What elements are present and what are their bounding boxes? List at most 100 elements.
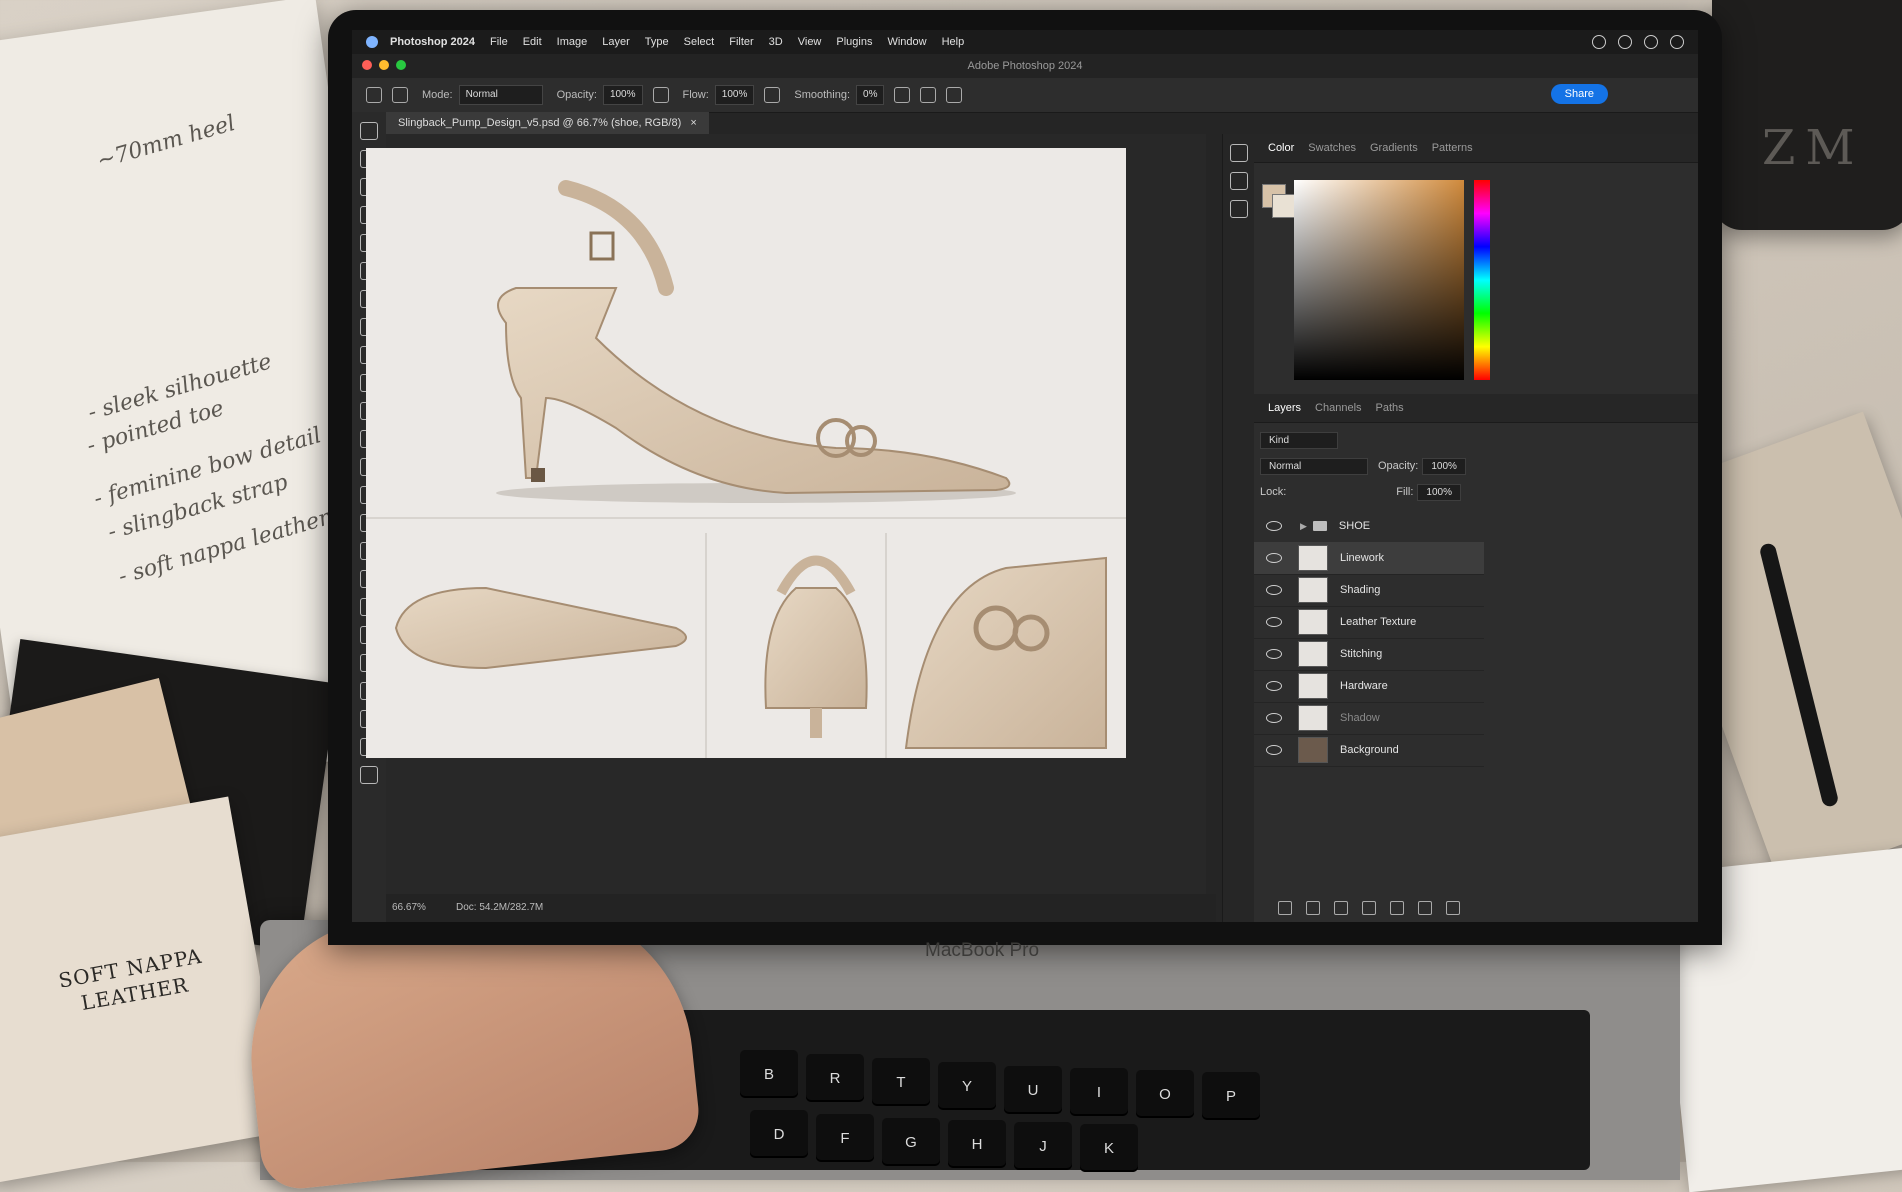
key[interactable]: G bbox=[882, 1118, 940, 1166]
share-button[interactable]: Share bbox=[1550, 84, 1608, 104]
pressure-opacity-icon[interactable] bbox=[652, 87, 669, 103]
mode-select[interactable]: Normal bbox=[458, 85, 543, 105]
buckle bbox=[589, 231, 615, 261]
menu-help[interactable]: Help bbox=[942, 36, 965, 48]
blend-mode-select[interactable]: Normal bbox=[1260, 457, 1368, 475]
menu-layer[interactable]: Layer bbox=[602, 36, 630, 48]
layer-thumbnail bbox=[1298, 609, 1328, 635]
visibility-eye-icon[interactable] bbox=[1266, 585, 1282, 595]
key[interactable]: D bbox=[750, 1110, 808, 1158]
layer-row[interactable]: Linework bbox=[1254, 542, 1484, 575]
tab-gradients[interactable]: Gradients bbox=[1370, 142, 1418, 154]
layer-row[interactable]: Background bbox=[1254, 734, 1484, 767]
menu-filter[interactable]: Filter bbox=[729, 36, 753, 48]
opacity-field[interactable]: 100% bbox=[602, 85, 643, 105]
key[interactable]: K bbox=[1080, 1124, 1138, 1172]
document-tab-title: Slingback_Pump_Design_v5.psd @ 66.7% (sh… bbox=[398, 117, 682, 129]
menu-plugins[interactable]: Plugins bbox=[836, 36, 872, 48]
expand-arrow-icon[interactable]: ▶ bbox=[1300, 521, 1307, 532]
tab-patterns[interactable]: Patterns bbox=[1432, 142, 1473, 154]
visibility-eye-icon[interactable] bbox=[1266, 681, 1282, 691]
key[interactable]: B bbox=[740, 1050, 798, 1098]
layer-name: Linework bbox=[1340, 552, 1385, 564]
pressure-size-icon[interactable] bbox=[946, 87, 963, 103]
visibility-eye-icon[interactable] bbox=[1266, 649, 1282, 659]
app-icon[interactable] bbox=[366, 36, 378, 48]
visibility-eye-icon[interactable] bbox=[1266, 553, 1282, 563]
adjustments-panel-icon[interactable] bbox=[1230, 172, 1248, 190]
siri-icon[interactable] bbox=[1670, 35, 1684, 49]
control-center-icon[interactable] bbox=[1644, 35, 1658, 49]
key[interactable]: U bbox=[1004, 1066, 1062, 1114]
fx-icon[interactable] bbox=[1306, 901, 1320, 915]
key[interactable]: R bbox=[806, 1054, 864, 1102]
symmetry-icon[interactable] bbox=[920, 87, 937, 103]
key[interactable]: P bbox=[1202, 1072, 1260, 1120]
shoe-side-view bbox=[497, 287, 1011, 495]
menu-select[interactable]: Select bbox=[684, 36, 715, 48]
layer-row[interactable]: Leather Texture bbox=[1254, 606, 1484, 639]
link-layers-icon[interactable] bbox=[1278, 901, 1292, 915]
layer-row[interactable]: Shading bbox=[1254, 574, 1484, 607]
trash-icon[interactable] bbox=[1446, 901, 1460, 915]
flow-field[interactable]: 100% bbox=[714, 85, 755, 105]
menu-type[interactable]: Type bbox=[645, 36, 669, 48]
mug: ZM bbox=[1712, 0, 1902, 230]
status-icon[interactable] bbox=[1592, 35, 1606, 49]
screen-mode-icon[interactable] bbox=[360, 766, 378, 784]
tab-paths[interactable]: Paths bbox=[1376, 402, 1404, 414]
visibility-eye-icon[interactable] bbox=[1266, 745, 1282, 755]
fill-field[interactable]: 100% bbox=[1417, 483, 1461, 501]
layer-filter-select[interactable]: Kind bbox=[1260, 431, 1338, 449]
canvas-area[interactable] bbox=[366, 134, 1206, 894]
layer-row[interactable]: Stitching bbox=[1254, 638, 1484, 671]
layer-row[interactable]: Hardware bbox=[1254, 670, 1484, 703]
smoothing-field[interactable]: 0% bbox=[856, 85, 885, 105]
tab-layers[interactable]: Layers bbox=[1268, 402, 1301, 414]
background-color-swatch[interactable] bbox=[1272, 194, 1296, 218]
hue-slider[interactable] bbox=[1474, 180, 1490, 380]
tab-swatches[interactable]: Swatches bbox=[1308, 142, 1356, 154]
layer-group-shoe[interactable]: ▶ SHOE bbox=[1254, 510, 1484, 543]
menu-3d[interactable]: 3D bbox=[769, 36, 783, 48]
tab-color[interactable]: Color bbox=[1268, 142, 1294, 154]
key[interactable]: O bbox=[1136, 1070, 1194, 1118]
menu-image[interactable]: Image bbox=[557, 36, 588, 48]
visibility-eye-icon[interactable] bbox=[1266, 617, 1282, 627]
brush-settings-icon[interactable] bbox=[392, 87, 408, 103]
menu-view[interactable]: View bbox=[798, 36, 822, 48]
new-group-icon[interactable] bbox=[1390, 901, 1404, 915]
move-tool-icon[interactable] bbox=[360, 122, 378, 140]
properties-panel-icon[interactable] bbox=[1230, 200, 1248, 218]
mask-icon[interactable] bbox=[1334, 901, 1348, 915]
new-layer-icon[interactable] bbox=[1418, 901, 1432, 915]
tab-channels[interactable]: Channels bbox=[1315, 402, 1361, 414]
close-tab-icon[interactable]: × bbox=[690, 117, 696, 129]
visibility-eye-icon[interactable] bbox=[1266, 713, 1282, 723]
menu-app[interactable]: Photoshop 2024 bbox=[390, 36, 475, 48]
brush-preset-icon[interactable] bbox=[366, 87, 382, 103]
menu-edit[interactable]: Edit bbox=[523, 36, 542, 48]
menu-window[interactable]: Window bbox=[887, 36, 926, 48]
key[interactable]: J bbox=[1014, 1122, 1072, 1170]
key[interactable]: H bbox=[948, 1120, 1006, 1168]
airbrush-icon[interactable] bbox=[764, 87, 781, 103]
key[interactable]: Y bbox=[938, 1062, 996, 1110]
visibility-eye-icon[interactable] bbox=[1266, 521, 1282, 531]
history-panel-icon[interactable] bbox=[1230, 144, 1248, 162]
layer-opacity-field[interactable]: 100% bbox=[1422, 457, 1466, 475]
key[interactable]: I bbox=[1070, 1068, 1128, 1116]
key[interactable]: T bbox=[872, 1058, 930, 1106]
window-titlebar: Adobe Photoshop 2024 bbox=[352, 54, 1698, 78]
key[interactable]: F bbox=[816, 1114, 874, 1162]
search-icon[interactable] bbox=[1618, 35, 1632, 49]
smoothing-options-icon[interactable] bbox=[894, 87, 911, 103]
menu-file[interactable]: File bbox=[490, 36, 508, 48]
document-tab[interactable]: Slingback_Pump_Design_v5.psd @ 66.7% (sh… bbox=[386, 112, 709, 134]
adjustment-layer-icon[interactable] bbox=[1362, 901, 1376, 915]
color-picker-field[interactable] bbox=[1294, 180, 1464, 380]
layer-row[interactable]: Shadow bbox=[1254, 702, 1484, 735]
zoom-level[interactable]: 66.67% bbox=[392, 902, 426, 913]
artboard[interactable] bbox=[366, 148, 1126, 758]
heel-tip bbox=[531, 468, 545, 482]
